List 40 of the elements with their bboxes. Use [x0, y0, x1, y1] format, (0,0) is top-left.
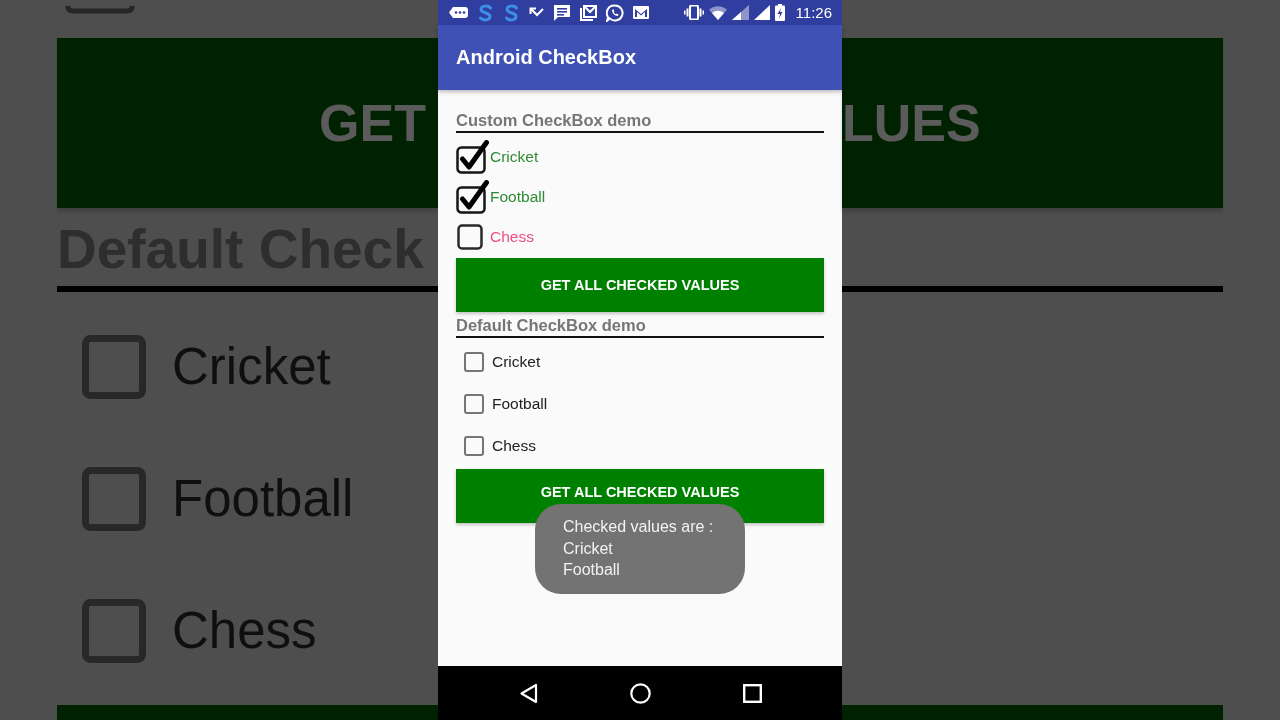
- section-heading: Default CheckBox demo: [456, 315, 646, 335]
- signal-icon: [731, 5, 749, 20]
- s-symbol-icon: [503, 3, 520, 22]
- blurred-banner: GET: [57, 38, 438, 208]
- checkbox[interactable]: [464, 394, 484, 414]
- checkbox[interactable]: [456, 140, 489, 174]
- app-title: Android CheckBox: [456, 46, 637, 69]
- checkbox-label: Football: [492, 395, 548, 413]
- envelope-stack-icon: [580, 4, 597, 21]
- checkbox-label: Chess: [490, 228, 534, 246]
- checkbox-label: Cricket: [490, 148, 539, 166]
- message-icon: [553, 3, 571, 22]
- checkbox[interactable]: [456, 180, 489, 214]
- checkbox[interactable]: [464, 352, 484, 372]
- blurred-banner: LUES: [842, 38, 1223, 208]
- get-checked-values-button[interactable]: GET ALL CHECKED VALUES: [456, 258, 824, 312]
- checkbox-edge-icon: [65, 6, 135, 14]
- checkbox[interactable]: [464, 436, 484, 456]
- wifi-icon: [708, 5, 727, 20]
- checkbox-label: Chess: [492, 437, 536, 455]
- checkbox-label: Football: [490, 188, 546, 206]
- blurred-checkbox-label: Football: [172, 469, 354, 529]
- recents-icon[interactable]: [743, 683, 762, 703]
- s-symbol-icon: [477, 3, 494, 22]
- home-icon[interactable]: [630, 682, 651, 704]
- chat-bubble-icon: [449, 5, 468, 20]
- vibrate-icon: [683, 5, 704, 20]
- battery-charging-icon: [774, 4, 785, 21]
- back-icon[interactable]: [519, 682, 538, 704]
- blurred-checkbox-label: Chess: [172, 601, 317, 661]
- toast-message: Checked values are : Cricket Football: [535, 504, 745, 594]
- blurred-checkbox-label: Cricket: [172, 337, 331, 397]
- missed-call-icon: [529, 6, 544, 19]
- envelope-icon: [633, 6, 649, 19]
- section-heading: Custom CheckBox demo: [456, 110, 652, 130]
- checkbox-label: Cricket: [492, 353, 541, 371]
- checkbox[interactable]: [457, 224, 483, 250]
- phone-bubble-icon: [606, 3, 624, 22]
- status-time: 11:26: [795, 4, 832, 21]
- signal-icon: [753, 5, 770, 20]
